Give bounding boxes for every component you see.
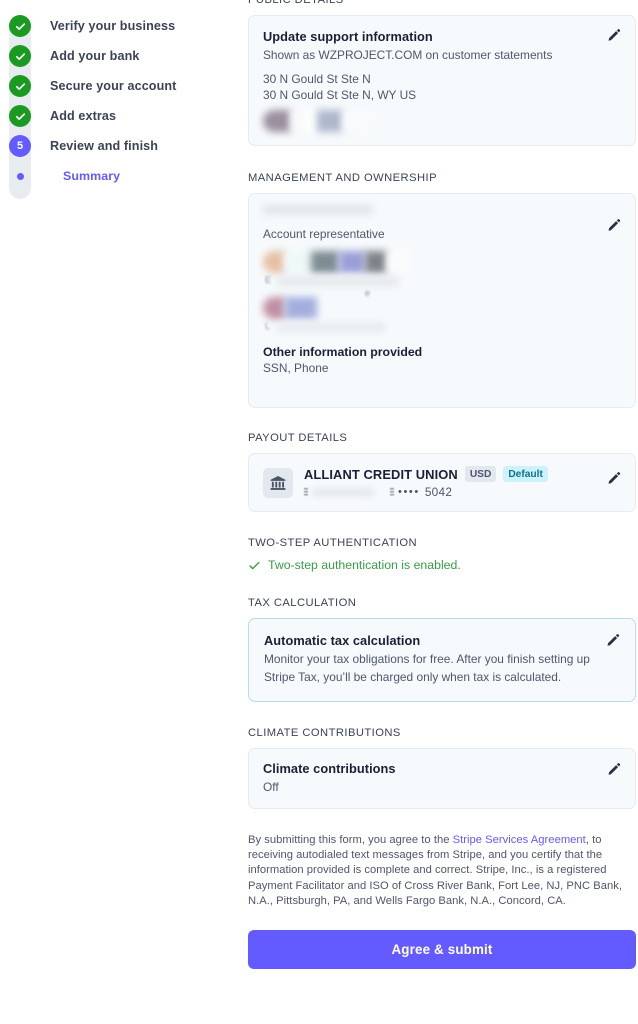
default-badge: Default [503, 466, 548, 482]
sidebar-step-label: Verify your business [50, 19, 176, 33]
redacted-mark-1 [304, 487, 308, 497]
climate-contributions-card[interactable]: Climate contributions Off [248, 748, 636, 809]
sidebar-step-add-extras[interactable]: Add extras [9, 101, 248, 131]
step-complete-icon [9, 15, 31, 37]
sidebar-step-verify-your-business[interactable]: Verify your business [9, 11, 248, 41]
bank-icon [263, 468, 293, 498]
pencil-icon[interactable] [606, 28, 622, 44]
pencil-icon[interactable] [605, 633, 621, 649]
section-heading: TAX CALCULATION [248, 597, 357, 609]
sidebar-substep-summary[interactable]: Summary [9, 161, 248, 191]
climate-status-value: Off [263, 780, 279, 794]
support-address-line-1: 30 N Gould St Ste N [263, 72, 371, 86]
sidebar-step-add-your-bank[interactable]: Add your bank [9, 41, 248, 71]
sidebar-step-review-and-finish[interactable]: 5 Review and finish [9, 131, 248, 161]
redacted-person-subtext-2 [277, 322, 385, 333]
section-climate-contributions: CLIMATE CONTRIBUTIONS Climate contributi… [248, 727, 636, 809]
submit-area: Agree & submit [248, 930, 636, 970]
section-heading: CLIMATE CONTRIBUTIONS [248, 727, 401, 739]
section-heading: MANAGEMENT AND OWNERSHIP [248, 172, 437, 184]
account-last4: 5042 [424, 485, 453, 499]
section-tax-calculation: TAX CALCULATION Automatic tax calculatio… [248, 597, 636, 702]
onboarding-stepper-sidebar: Verify your business Add your bank Secur… [0, 0, 248, 199]
section-heading: TWO-STEP AUTHENTICATION [248, 537, 418, 549]
currency-badge: USD [464, 466, 497, 482]
step-complete-icon [9, 45, 31, 67]
check-icon [248, 559, 261, 572]
sidebar-step-secure-your-account[interactable]: Secure your account [9, 71, 248, 101]
management-ownership-card[interactable]: Account representative E e L Other infor… [248, 193, 636, 408]
card-title: Automatic tax calculation [264, 633, 421, 648]
tax-card-description: Monitor your tax obligations for free. A… [264, 652, 590, 684]
sidebar-step-label: Add your bank [50, 49, 140, 63]
redacted-mark-2 [390, 487, 394, 497]
other-information-title: Other information provided [263, 345, 423, 359]
summary-page: Verify your business Add your bank Secur… [0, 0, 638, 1024]
card-title: Update support information [263, 29, 433, 44]
account-representative-label: Account representative [263, 227, 385, 241]
legal-text-part-1: By submitting this form, you agree to th… [248, 834, 453, 846]
other-information-value: SSN, Phone [263, 361, 329, 375]
public-details-card[interactable]: Update support information Shown as WZPR… [248, 15, 636, 146]
redacted-business-name [263, 205, 373, 214]
section-public-details: PUBLIC DETAILS Update support informatio… [248, 0, 636, 146]
legal-disclaimer: By submitting this form, you agree to th… [248, 833, 636, 909]
sidebar-step-label: Secure your account [50, 79, 177, 93]
stripe-services-agreement-link[interactable]: Stripe Services Agreement [453, 834, 586, 846]
section-payout-details: PAYOUT DETAILS ALLIANT CREDIT UNION USD … [248, 432, 636, 512]
step-complete-icon [9, 75, 31, 97]
bank-name: ALLIANT CREDIT UNION [304, 466, 458, 482]
two-step-status-text: Two-step authentication is enabled. [268, 558, 461, 572]
sidebar-substep-label: Summary [63, 169, 121, 183]
tax-calculation-card[interactable]: Automatic tax calculation Monitor your t… [248, 618, 636, 702]
redacted-person-row-2: e L [263, 288, 621, 341]
two-step-status: Two-step authentication is enabled. [248, 558, 636, 572]
section-two-step-authentication: TWO-STEP AUTHENTICATION Two-step authent… [248, 537, 636, 572]
redacted-person-row-1: E [263, 251, 621, 297]
pencil-icon[interactable] [606, 471, 622, 487]
section-heading: PAYOUT DETAILS [248, 432, 348, 444]
redacted-person-subtext-1 [277, 276, 399, 287]
redacted-contact-row [263, 110, 621, 132]
section-management-and-ownership: MANAGEMENT AND OWNERSHIP Account represe… [248, 172, 636, 408]
pencil-icon[interactable] [606, 218, 622, 234]
support-address-line-2: 30 N Gould St Ste N, WY US [263, 88, 417, 102]
support-statement-descriptor: Shown as WZPROJECT.COM on customer state… [263, 48, 553, 62]
step-number-badge: 5 [9, 135, 31, 157]
sidebar-step-label: Add extras [50, 109, 117, 123]
summary-content: PUBLIC DETAILS Update support informatio… [248, 0, 638, 970]
sidebar-step-label: Review and finish [50, 139, 159, 153]
card-title: Climate contributions [263, 761, 396, 776]
substep-dot-icon [9, 165, 31, 187]
payout-details-card[interactable]: ALLIANT CREDIT UNION USD Default •••• 50… [248, 453, 636, 512]
masked-account-dots: •••• [398, 486, 420, 498]
section-heading: PUBLIC DETAILS [248, 0, 344, 6]
step-complete-icon [9, 105, 31, 127]
pencil-icon[interactable] [606, 762, 622, 778]
stepper: Verify your business Add your bank Secur… [0, 11, 248, 199]
agree-and-submit-button[interactable]: Agree & submit [248, 930, 636, 970]
redacted-account-name [312, 487, 374, 497]
